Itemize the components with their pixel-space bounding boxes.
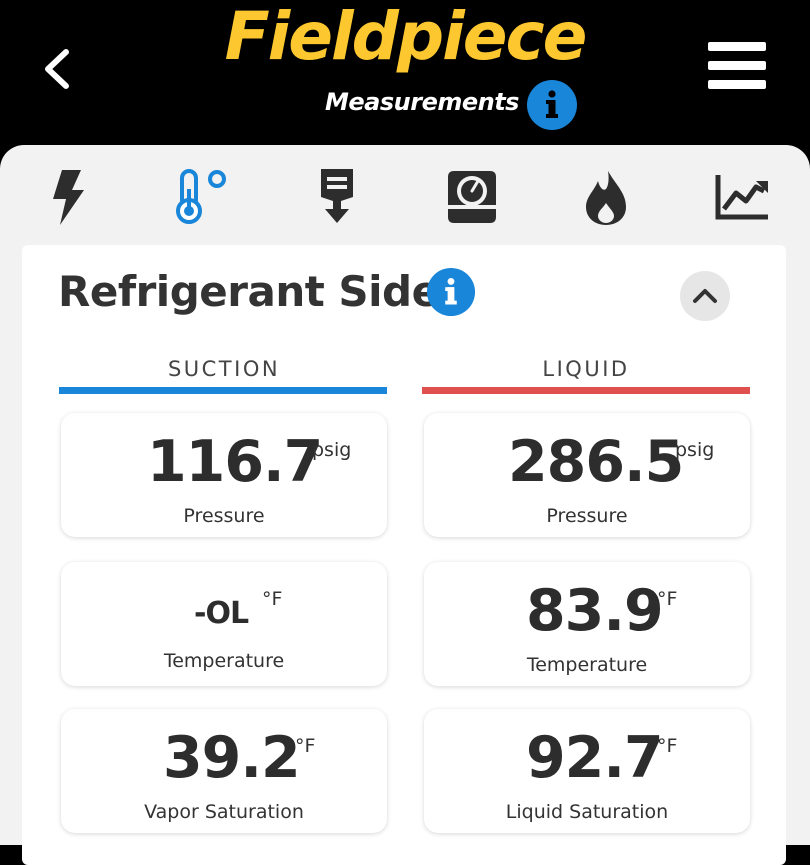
reading-value: -OL (194, 596, 249, 631)
tab-electrical[interactable] (36, 167, 96, 227)
reading-value: 286.5 (508, 429, 684, 495)
reading-unit: °F (262, 588, 283, 610)
suction-color-bar (59, 387, 387, 394)
tab-gauge[interactable] (442, 167, 502, 227)
collapse-button[interactable] (680, 271, 730, 321)
tab-temperature[interactable] (170, 167, 230, 227)
reading-value: 39.2 (163, 725, 301, 791)
menu-button[interactable] (708, 42, 770, 96)
reading-label: Temperature (163, 650, 285, 672)
reading-label: Temperature (526, 654, 648, 676)
suction-vapor-saturation-tile[interactable]: 39.2 °F Vapor Saturation (61, 709, 387, 833)
suction-pressure-tile[interactable]: 116.7 psig Pressure (61, 413, 387, 537)
reading-unit: °F (295, 735, 316, 757)
info-icon (527, 80, 577, 130)
section-info-button[interactable] (426, 267, 476, 317)
main-content: Refrigerant Side SUCTION LIQUID 116.7 ps… (0, 145, 810, 865)
hamburger-menu-icon (708, 80, 766, 89)
page-subtitle: Measurements (325, 88, 519, 116)
reading-label: Liquid Saturation (505, 801, 669, 823)
download-tag-icon (321, 169, 353, 223)
liquid-pressure-tile[interactable]: 286.5 psig Pressure (424, 413, 750, 537)
reading-label: Pressure (546, 505, 628, 527)
reading-value: 92.7 (526, 725, 664, 791)
header-info-button[interactable] (526, 79, 578, 131)
measurement-tabbar (0, 145, 810, 245)
reading-label: Pressure (183, 505, 265, 527)
reading-unit: psig (312, 439, 352, 461)
reading-unit: psig (675, 439, 715, 461)
reading-value: 83.9 (526, 578, 664, 644)
reading-unit: °F (657, 735, 678, 757)
hamburger-menu-icon (708, 42, 766, 51)
tab-download[interactable] (307, 167, 367, 227)
chevron-up-icon (693, 289, 717, 303)
gauge-icon (448, 171, 496, 223)
lightning-icon (53, 170, 84, 225)
app-header: Fieldpiece Measurements (0, 0, 810, 160)
tab-combustion[interactable] (576, 167, 636, 227)
reading-value: 116.7 (147, 429, 323, 495)
liquid-temperature-tile[interactable]: 83.9 °F Temperature (424, 562, 750, 686)
thermometer-icon (176, 169, 226, 224)
liquid-column-header: LIQUID (542, 357, 630, 381)
info-icon (426, 267, 476, 317)
chart-icon (715, 175, 768, 220)
tab-charts[interactable] (712, 167, 772, 227)
section-title: Refrigerant Side (58, 267, 440, 316)
liquid-color-bar (422, 387, 750, 394)
reading-label: Vapor Saturation (144, 801, 304, 823)
hamburger-menu-icon (708, 61, 766, 70)
fieldpiece-logo: Fieldpiece (224, 0, 588, 75)
liquid-saturation-tile[interactable]: 92.7 °F Liquid Saturation (424, 709, 750, 833)
flame-icon (586, 171, 626, 225)
suction-temperature-tile[interactable]: -OL °F Temperature (61, 562, 387, 686)
suction-column-header: SUCTION (167, 357, 281, 381)
reading-unit: °F (657, 588, 678, 610)
